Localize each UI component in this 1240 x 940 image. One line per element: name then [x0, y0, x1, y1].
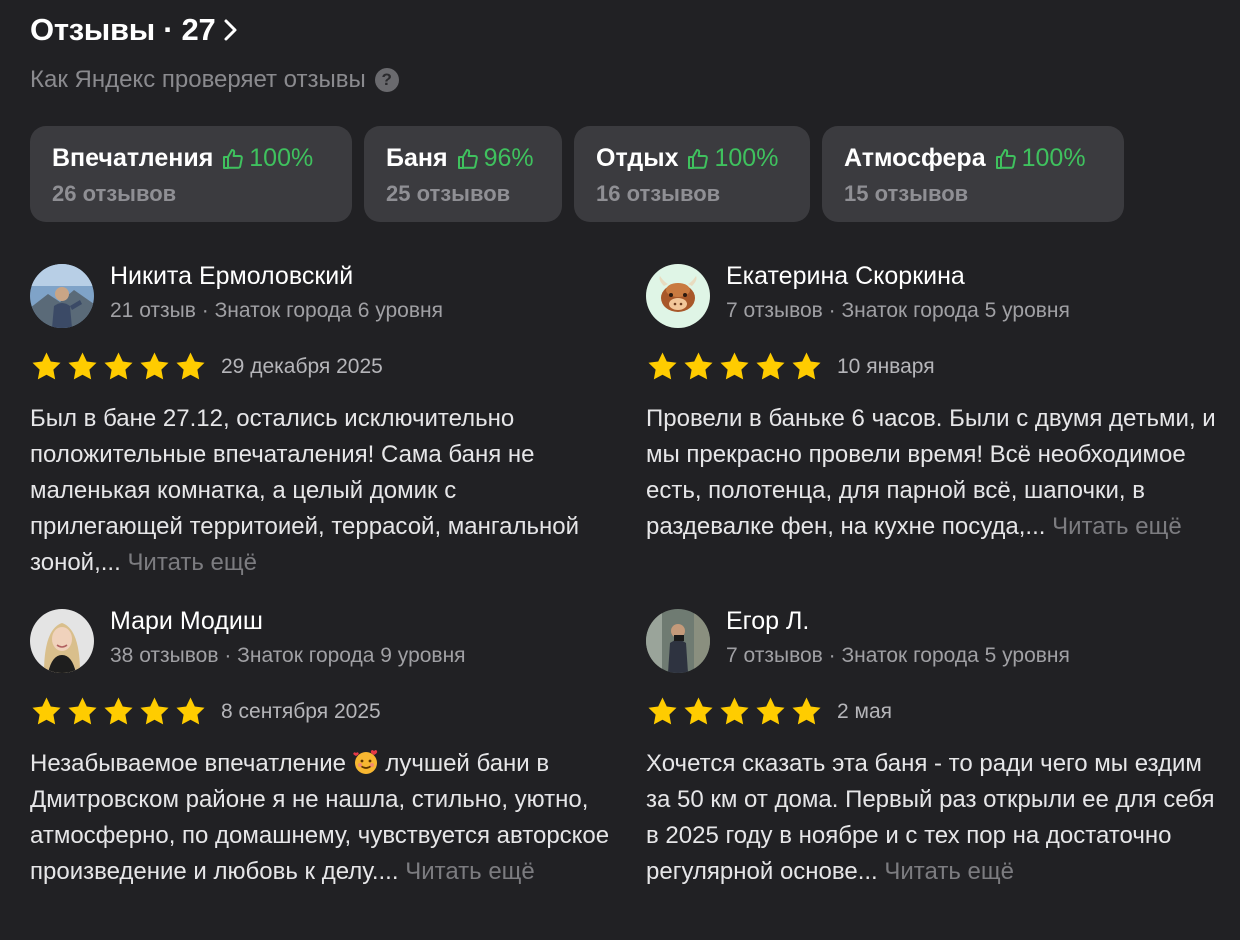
- review-card: Егор Л. 7 отзывов · Знаток города 5 уров…: [646, 607, 1226, 890]
- author-meta: 21 отзыв · Знаток города 6 уровня: [110, 299, 443, 322]
- star-icon: [718, 350, 751, 383]
- aspect-percent: 100%: [1021, 144, 1086, 172]
- review-text: Незабываемое впечатление лучшей бани в Д…: [30, 746, 610, 890]
- aspect-chip-rest[interactable]: Отдых 100% 16 отзывов: [574, 126, 810, 222]
- star-icon: [682, 350, 715, 383]
- review-card: Мари Модиш 38 отзывов · Знаток города 9 …: [30, 607, 610, 890]
- reviews-header: Отзывы · 27 Как Яндекс проверяет отзывы …: [30, 12, 399, 94]
- star-icon: [754, 695, 787, 728]
- review-date: 10 января: [837, 354, 935, 378]
- author-name[interactable]: Екатерина Скоркина: [726, 262, 1070, 291]
- aspect-percent: 96%: [483, 144, 534, 172]
- review-text: Хочется сказать эта баня - то ради чего …: [646, 746, 1226, 890]
- aspect-count: 16 отзывов: [596, 181, 721, 206]
- aspect-name: Атмосфера: [844, 144, 986, 172]
- thumbs-up-icon: [994, 147, 1018, 171]
- star-icon: [174, 350, 207, 383]
- star-icon: [790, 350, 823, 383]
- star-icon: [646, 350, 679, 383]
- author-name[interactable]: Егор Л.: [726, 607, 1070, 636]
- aspect-chips: Впечатления 100% 26 отзывов Баня 96% 25 …: [30, 126, 1124, 222]
- author-meta: 7 отзывов · Знаток города 5 уровня: [726, 299, 1070, 322]
- star-icon: [174, 695, 207, 728]
- star-rating: [30, 350, 207, 383]
- aspect-chip-banya[interactable]: Баня 96% 25 отзывов: [364, 126, 562, 222]
- review-body: Незабываемое впечатление: [30, 750, 346, 777]
- star-icon: [66, 695, 99, 728]
- star-icon: [138, 695, 171, 728]
- author-meta: 7 отзывов · Знаток города 5 уровня: [726, 644, 1070, 667]
- star-rating: [646, 350, 823, 383]
- star-rating: [646, 695, 823, 728]
- author-avatar[interactable]: [646, 264, 710, 328]
- read-more-link[interactable]: Читать ещё: [884, 858, 1014, 885]
- author-avatar[interactable]: [30, 609, 94, 673]
- star-icon: [646, 695, 679, 728]
- review-card: Никита Ермоловский 21 отзыв · Знаток гор…: [30, 262, 610, 581]
- how-yandex-checks-link[interactable]: Как Яндекс проверяет отзывы ?: [30, 66, 399, 94]
- aspect-percent: 100%: [714, 144, 779, 172]
- aspect-percent: 100%: [249, 144, 314, 172]
- star-icon: [102, 695, 135, 728]
- star-icon: [66, 350, 99, 383]
- review-text: Был в бане 27.12, остались исключительно…: [30, 401, 610, 581]
- aspect-name: Отдых: [596, 144, 679, 172]
- star-icon: [754, 350, 787, 383]
- author-name[interactable]: Никита Ермоловский: [110, 262, 443, 291]
- reviews-title-link[interactable]: Отзывы · 27: [30, 12, 399, 48]
- aspect-chip-impressions[interactable]: Впечатления 100% 26 отзывов: [30, 126, 352, 222]
- thumbs-up-icon: [456, 147, 480, 171]
- star-icon: [790, 695, 823, 728]
- review-text: Провели в баньке 6 часов. Были с двумя д…: [646, 401, 1226, 545]
- review-date: 8 сентября 2025: [221, 699, 381, 723]
- read-more-link[interactable]: Читать ещё: [127, 549, 257, 576]
- chevron-right-icon: [221, 18, 241, 42]
- help-icon[interactable]: ?: [374, 68, 399, 92]
- author-name[interactable]: Мари Модиш: [110, 607, 466, 636]
- star-rating: [30, 695, 207, 728]
- review-body: Был в бане 27.12, остались исключительно…: [30, 405, 579, 576]
- star-icon: [30, 350, 63, 383]
- aspect-chip-atmosphere[interactable]: Атмосфера 100% 15 отзывов: [822, 126, 1124, 222]
- star-icon: [138, 350, 171, 383]
- aspect-name: Баня: [386, 144, 448, 172]
- star-icon: [682, 695, 715, 728]
- aspect-count: 25 отзывов: [386, 181, 511, 206]
- author-avatar[interactable]: [30, 264, 94, 328]
- author-meta: 38 отзывов · Знаток города 9 уровня: [110, 644, 466, 667]
- aspect-count: 15 отзывов: [844, 181, 969, 206]
- review-date: 29 декабря 2025: [221, 354, 383, 378]
- read-more-link[interactable]: Читать ещё: [405, 858, 535, 885]
- author-avatar[interactable]: [646, 609, 710, 673]
- review-card: Екатерина Скоркина 7 отзывов · Знаток го…: [646, 262, 1226, 545]
- smiling-face-with-hearts-icon: [352, 749, 379, 775]
- review-date: 2 мая: [837, 699, 893, 723]
- read-more-link[interactable]: Читать ещё: [1052, 513, 1182, 540]
- star-icon: [718, 695, 751, 728]
- thumbs-up-icon: [221, 147, 245, 171]
- star-icon: [102, 350, 135, 383]
- aspect-name: Впечатления: [52, 144, 214, 172]
- subtitle: Как Яндекс проверяет отзывы: [30, 66, 366, 93]
- star-icon: [30, 695, 63, 728]
- aspect-count: 26 отзывов: [52, 181, 177, 206]
- thumbs-up-icon: [686, 147, 710, 171]
- page-title: Отзывы · 27: [30, 12, 216, 47]
